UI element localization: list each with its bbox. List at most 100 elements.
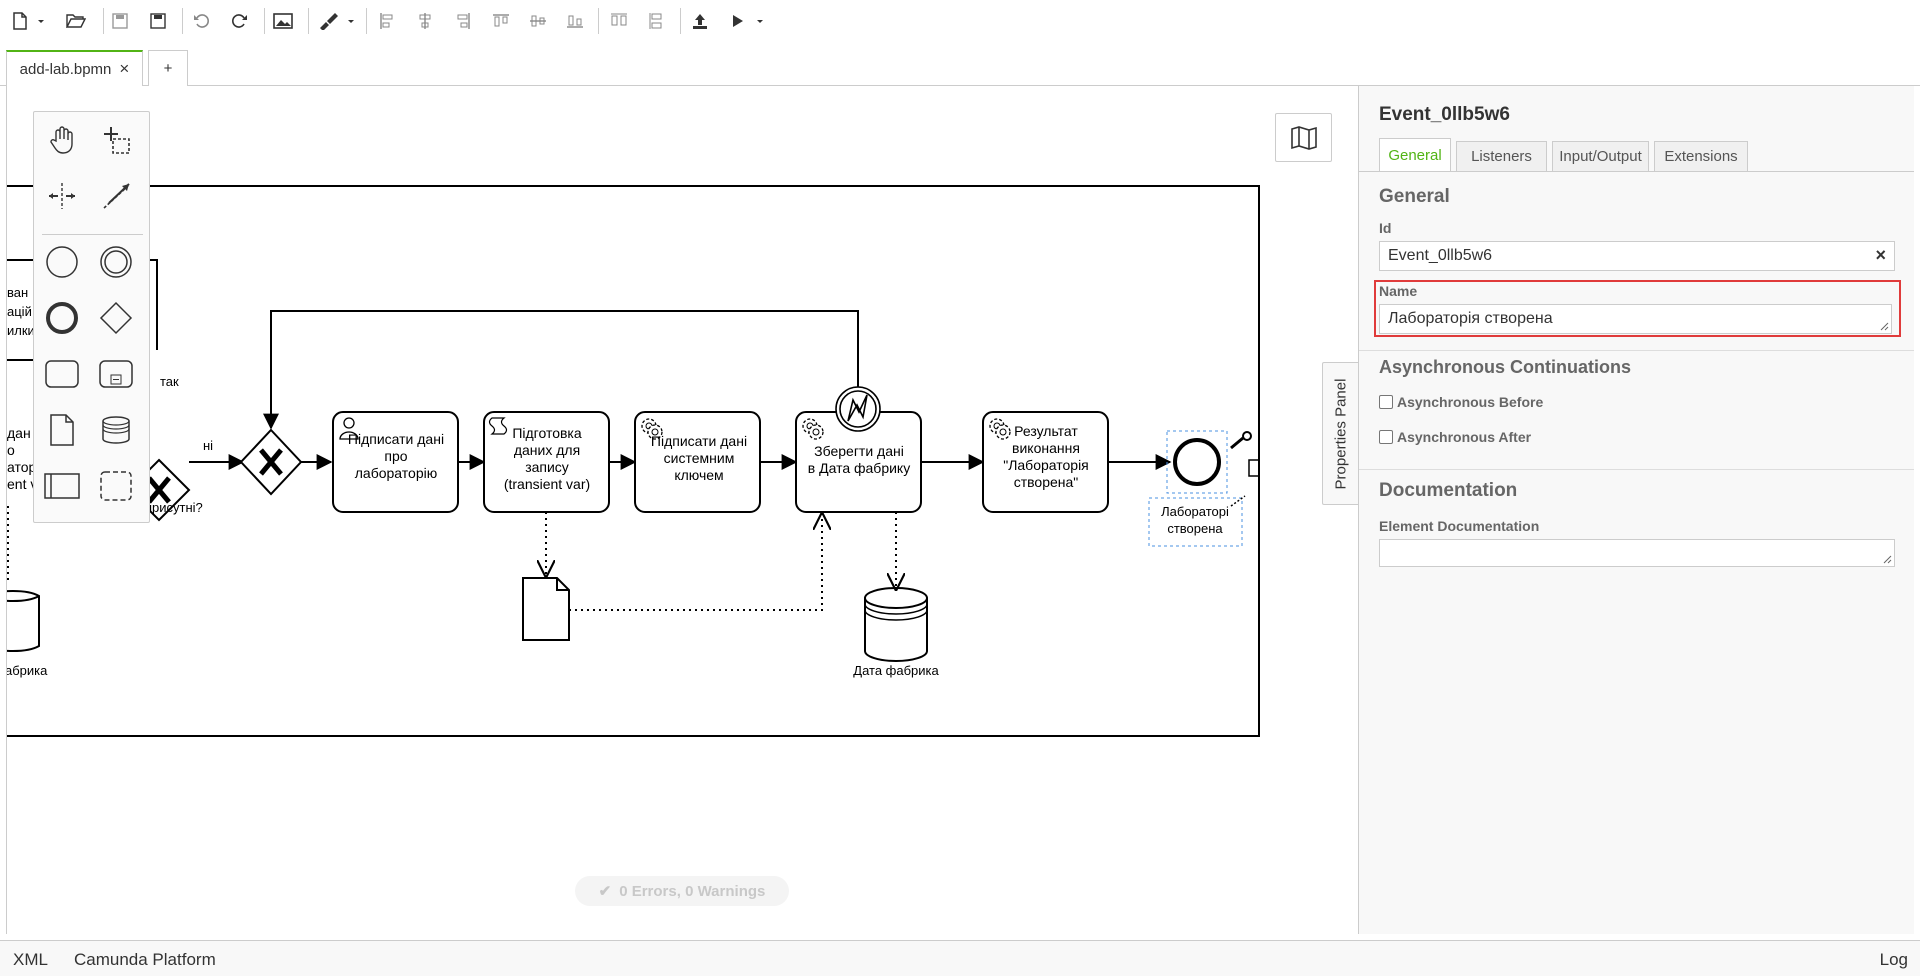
id-value: Event_0llb5w6	[1388, 247, 1493, 264]
task-label: дан	[7, 425, 31, 441]
lint-status[interactable]: ✔ 0 Errors, 0 Warnings	[575, 876, 789, 906]
run-icon[interactable]	[725, 8, 769, 34]
image-icon[interactable]	[270, 8, 296, 34]
data-object[interactable]	[522, 577, 570, 641]
data-store-icon[interactable]	[96, 410, 136, 450]
toolbar-separator	[264, 8, 265, 34]
resize-handle-icon[interactable]	[1879, 321, 1889, 331]
data-store-label: Дата фабрика	[853, 663, 939, 678]
palette-separator	[42, 234, 143, 235]
data-store[interactable]	[864, 587, 928, 662]
data-store[interactable]	[7, 589, 40, 653]
clear-icon[interactable]: ×	[1875, 245, 1886, 266]
distribute-horizontal-icon[interactable]	[606, 8, 632, 34]
align-left-icon[interactable]	[374, 8, 400, 34]
color-brush-icon[interactable]	[314, 8, 358, 34]
exclusive-gateway[interactable]	[239, 428, 303, 496]
minimap-toggle-button[interactable]	[1275, 113, 1332, 162]
gateway-label: так	[160, 374, 179, 389]
tab-input-output[interactable]: Input/Output	[1552, 141, 1649, 171]
save-as-icon[interactable]	[145, 8, 171, 34]
hand-tool-icon[interactable]	[42, 120, 82, 160]
align-middle-icon[interactable]	[525, 8, 551, 34]
toolbar-separator	[680, 8, 681, 34]
toolbar-separator	[366, 8, 367, 34]
id-label: Id	[1379, 220, 1392, 236]
section-title-async: Asynchronous Continuations	[1379, 357, 1631, 377]
sequence-flow[interactable]	[263, 310, 859, 430]
end-event[interactable]	[1173, 438, 1221, 486]
data-store-label: абрика	[7, 663, 48, 678]
end-event-label: Лабораторі створена	[1161, 504, 1229, 536]
platform-button[interactable]: Camunda Platform	[74, 950, 216, 970]
section-divider	[1359, 350, 1914, 351]
async-before-checkbox[interactable]	[1379, 395, 1393, 409]
pool-icon[interactable]	[42, 466, 82, 506]
intermediate-event-icon[interactable]	[96, 242, 136, 282]
align-top-icon[interactable]	[488, 8, 514, 34]
connect-tool-icon[interactable]	[1242, 431, 1252, 441]
connect-tool-icon[interactable]	[1230, 436, 1244, 450]
documentation-field[interactable]	[1379, 539, 1895, 567]
align-bottom-icon[interactable]	[562, 8, 588, 34]
toolbar-separator	[308, 8, 309, 34]
toolbar	[0, 0, 1920, 42]
tab-label: add-lab.bpmn	[19, 60, 112, 78]
save-icon[interactable]	[107, 8, 133, 34]
properties-panel-toggle[interactable]: Properties Panel	[1322, 362, 1358, 505]
align-right-icon[interactable]	[450, 8, 476, 34]
id-field[interactable]: Event_0llb5w6 ×	[1379, 241, 1895, 271]
async-after-row[interactable]: Asynchronous After	[1379, 429, 1531, 445]
tab-add-lab[interactable]: add-lab.bpmn ×	[6, 50, 143, 86]
resize-handle-icon[interactable]	[1882, 554, 1892, 564]
global-connect-tool-icon[interactable]	[96, 176, 136, 216]
flow-label: ацій	[7, 304, 32, 319]
async-before-label: Asynchronous Before	[1397, 394, 1544, 410]
close-icon[interactable]: ×	[119, 59, 129, 79]
gateway-icon[interactable]	[96, 298, 136, 338]
name-label: Name	[1379, 283, 1418, 299]
add-tab-button[interactable]: +	[148, 50, 188, 86]
async-after-checkbox[interactable]	[1379, 430, 1393, 444]
file-tab-bar: add-lab.bpmn × +	[0, 50, 1920, 86]
tab-extensions[interactable]: Extensions	[1654, 141, 1748, 171]
toolbar-separator	[103, 8, 104, 34]
task-icon[interactable]	[42, 354, 82, 394]
gateway-label: присутні?	[145, 500, 203, 515]
xml-button[interactable]: XML	[13, 950, 48, 970]
async-before-row[interactable]: Asynchronous Before	[1379, 394, 1543, 410]
element-title: Event_0llb5w6	[1379, 104, 1510, 125]
lint-status-text: 0 Errors, 0 Warnings	[619, 882, 766, 900]
align-center-icon[interactable]	[412, 8, 438, 34]
append-tool-icon[interactable]	[1248, 459, 1260, 477]
deploy-icon[interactable]	[687, 8, 713, 34]
distribute-vertical-icon[interactable]	[644, 8, 670, 34]
new-file-icon[interactable]	[8, 8, 48, 34]
space-tool-icon[interactable]	[42, 176, 82, 216]
section-title-general: General	[1379, 186, 1450, 207]
properties-panel-toggle-label: Properties Panel	[1332, 378, 1349, 489]
start-event-icon[interactable]	[42, 242, 82, 282]
tabs-divider	[1359, 171, 1914, 172]
open-folder-icon[interactable]	[63, 8, 89, 34]
properties-panel: Event_0llb5w6 General Listeners Input/Ou…	[1358, 86, 1914, 934]
boundary-error-event[interactable]	[835, 386, 881, 432]
end-event-icon[interactable]	[42, 298, 82, 338]
name-field[interactable]: Лабораторія створена	[1379, 304, 1892, 334]
subprocess-icon[interactable]	[96, 354, 136, 394]
log-button[interactable]: Log	[1880, 950, 1908, 970]
tab-general[interactable]: General	[1379, 138, 1451, 171]
toolbar-separator	[182, 8, 183, 34]
check-icon: ✔	[598, 883, 612, 900]
redo-icon[interactable]	[226, 8, 252, 34]
tab-listeners[interactable]: Listeners	[1456, 141, 1547, 171]
plus-icon: +	[163, 60, 173, 77]
gateway-label: ні	[203, 438, 213, 453]
map-icon	[1290, 125, 1317, 150]
group-icon[interactable]	[96, 466, 136, 506]
undo-icon[interactable]	[189, 8, 215, 34]
lasso-tool-icon[interactable]	[96, 120, 136, 160]
section-title-documentation: Documentation	[1379, 480, 1518, 501]
data-object-icon[interactable]	[42, 410, 82, 450]
diagram-canvas[interactable]: ван ацій илки дан о атор ent v абрика та…	[6, 86, 1358, 934]
